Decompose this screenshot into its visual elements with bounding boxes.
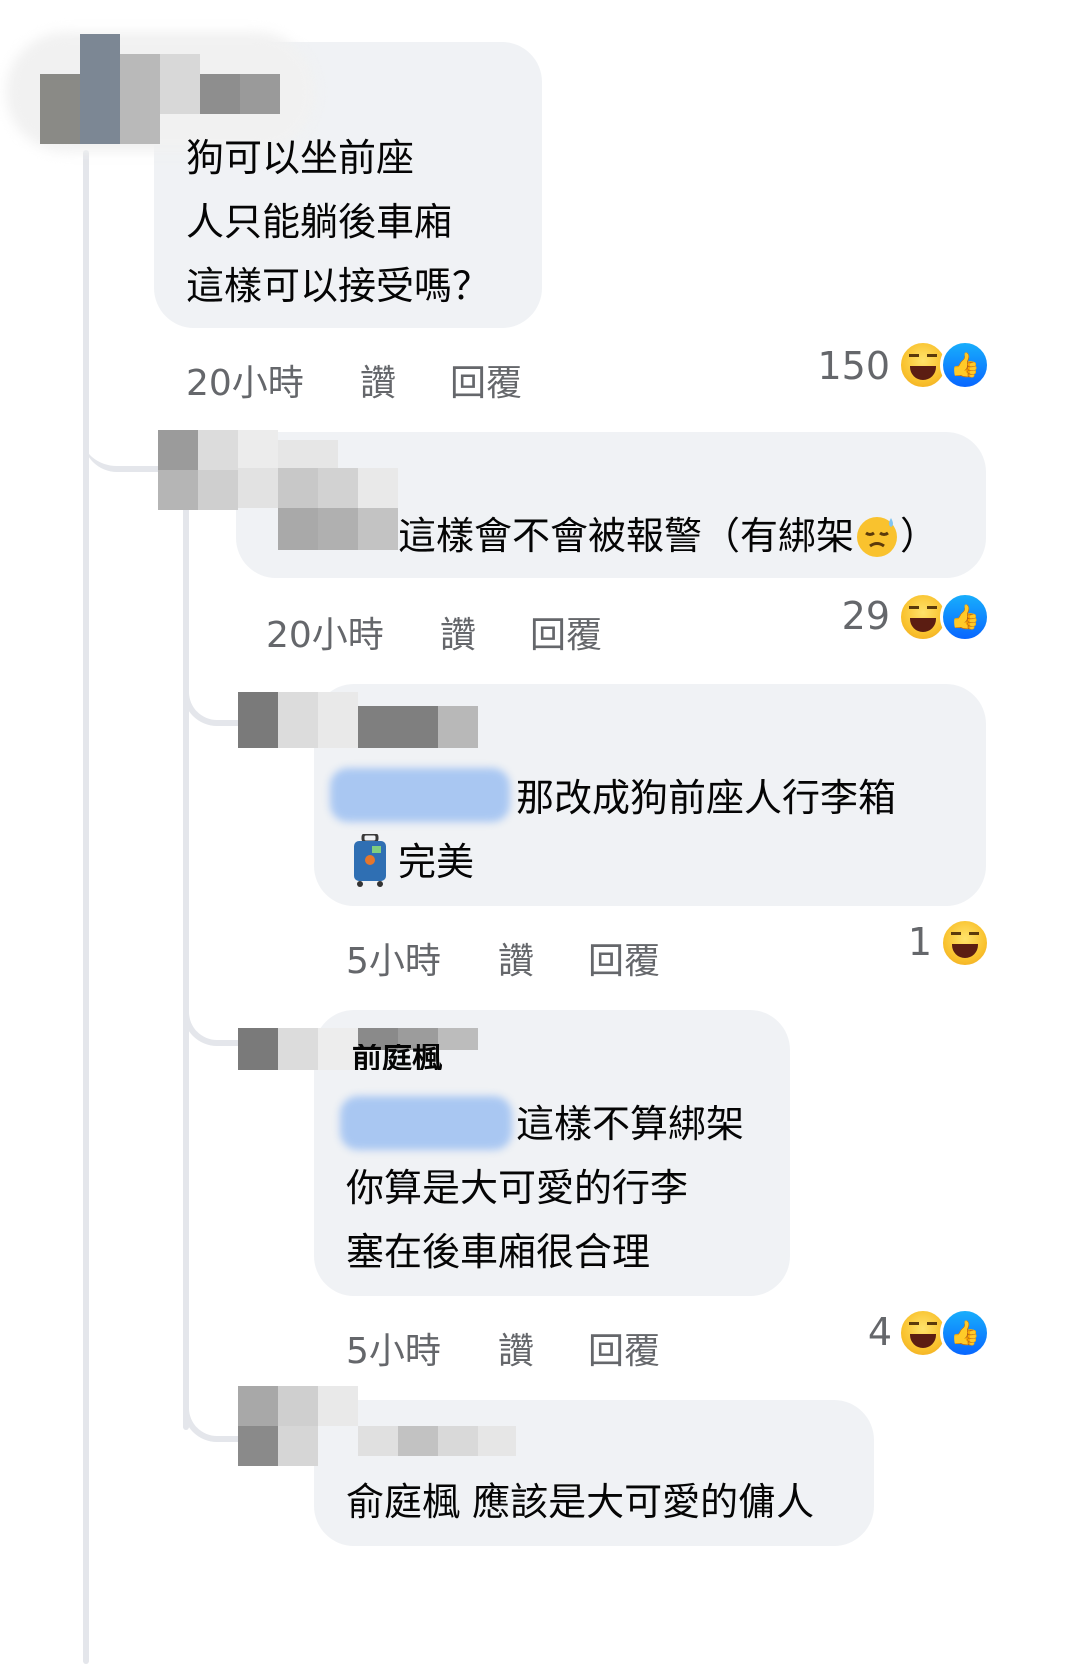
like-link[interactable]: 讚	[360, 354, 396, 406]
reply-link[interactable]: 回覆	[588, 1322, 660, 1374]
comment-time[interactable]: 5小時	[346, 1322, 441, 1374]
reaction-count[interactable]: 4	[846, 1310, 892, 1354]
reaction-count[interactable]: 150	[800, 344, 890, 388]
reaction-count[interactable]: 29	[820, 594, 890, 638]
comment-text-line: 俞庭楓 應該是大可愛的傭人	[346, 1480, 815, 1524]
like-link[interactable]: 讚	[498, 932, 534, 984]
comment-text-line: 你算是大可愛的行李	[346, 1166, 689, 1210]
comment-text-line: 人只能躺後車廂	[186, 200, 453, 244]
thread-line-main	[83, 150, 89, 1664]
like-icon[interactable]: 👍	[940, 340, 990, 390]
comment-text-line: 狗可以坐前座	[186, 136, 415, 180]
comment-text-line: 塞在後車廂很合理	[346, 1230, 651, 1274]
luggage-icon	[350, 832, 390, 888]
comment-time[interactable]: 5小時	[346, 932, 441, 984]
comment-text-line: 這樣可以接受嗎？	[186, 264, 491, 308]
author-name-pixelated	[40, 34, 280, 144]
comment-time[interactable]: 20小時	[266, 606, 384, 658]
reaction-count[interactable]: 1	[880, 920, 932, 964]
downcast-sweat-face-icon	[854, 513, 900, 559]
author-name[interactable]: 前庭楓	[352, 1044, 442, 1070]
comment-text-line: 這樣會不會被報警（有綁架 ）	[398, 514, 938, 562]
like-link[interactable]: 讚	[440, 606, 476, 658]
comment-text: ）	[900, 514, 939, 558]
avatar	[238, 686, 478, 748]
mention-blurred	[340, 1096, 512, 1150]
like-icon[interactable]: 👍	[940, 1308, 990, 1358]
like-icon[interactable]: 👍	[940, 592, 990, 642]
reply-link[interactable]: 回覆	[450, 354, 522, 406]
like-link[interactable]: 讚	[498, 1322, 534, 1374]
comment-text-line: 完美	[398, 840, 475, 884]
thread-line-nested	[183, 500, 189, 1430]
avatar	[238, 1386, 518, 1466]
reply-link[interactable]: 回覆	[588, 932, 660, 984]
reply-link[interactable]: 回覆	[530, 606, 602, 658]
mention-blurred	[330, 768, 510, 822]
haha-icon[interactable]	[940, 918, 990, 968]
comment-text-line: 那改成狗前座人行李箱	[516, 776, 897, 820]
comment-text-line: 這樣不算綁架	[516, 1102, 745, 1146]
comment-time[interactable]: 20小時	[186, 354, 304, 406]
comment-text: 這樣會不會被報警（有綁架	[398, 514, 855, 558]
